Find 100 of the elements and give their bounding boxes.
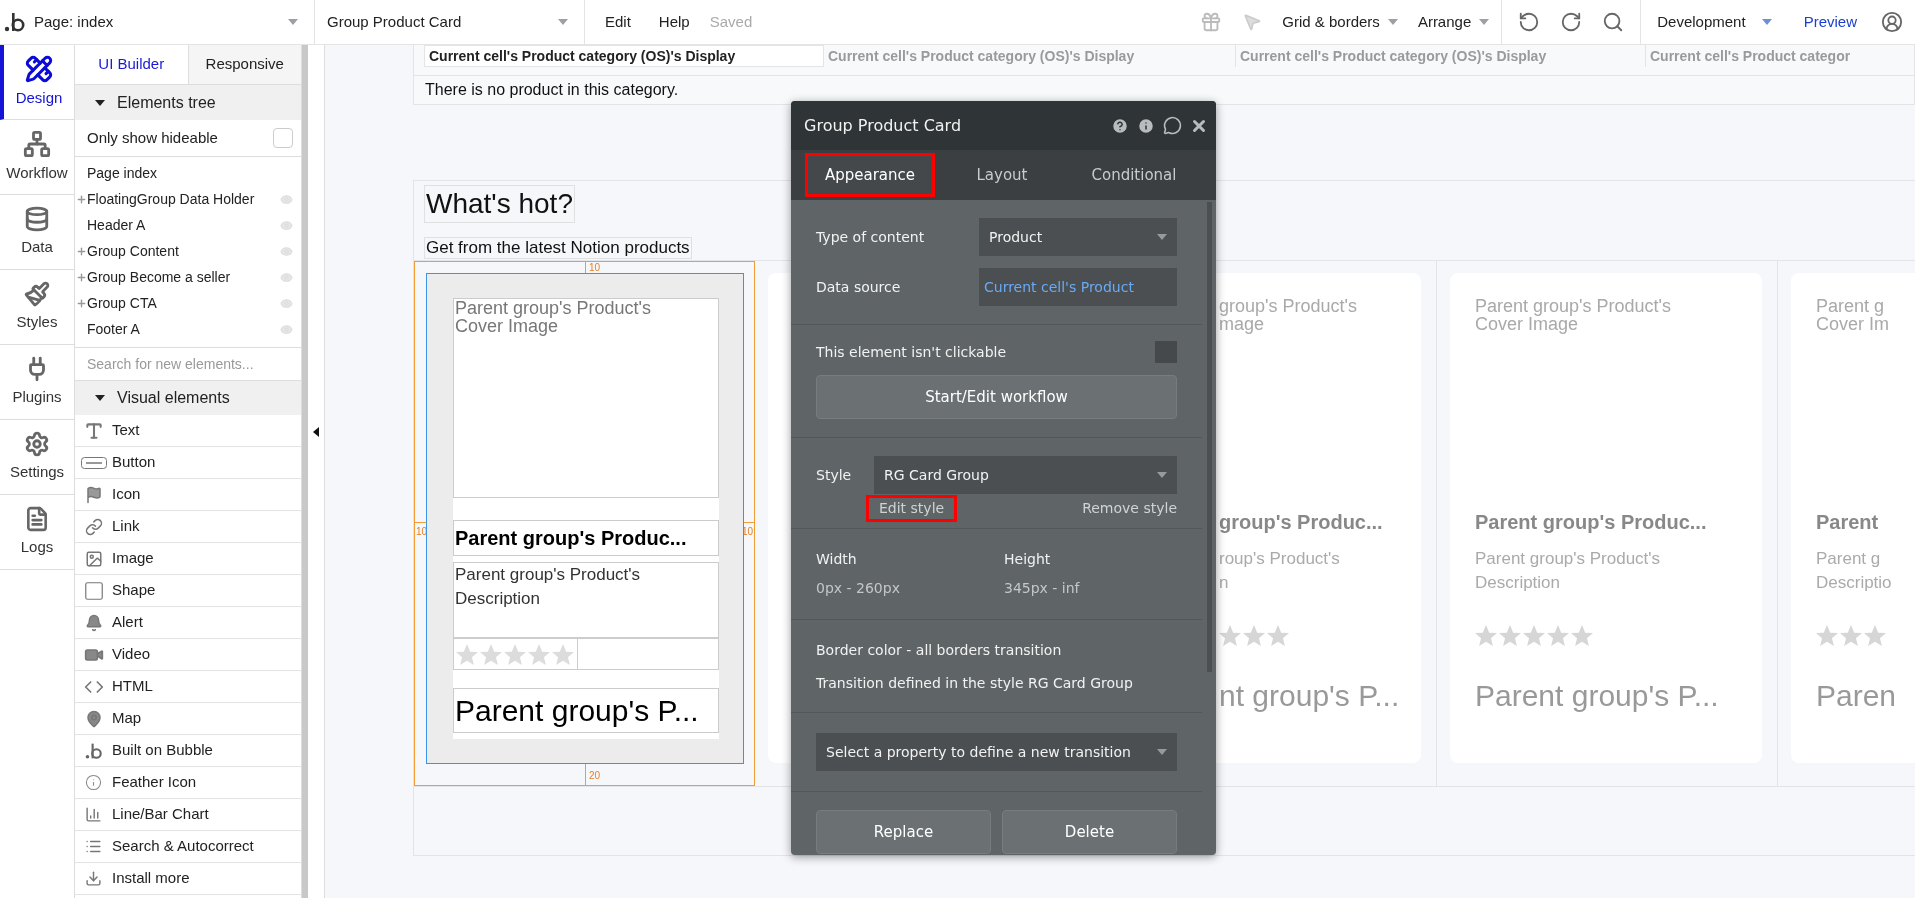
expand-icon[interactable] bbox=[75, 271, 87, 283]
element-item[interactable]: Icon bbox=[112, 483, 141, 506]
product-price: Paren bbox=[1816, 678, 1898, 714]
star-icon bbox=[1475, 625, 1497, 646]
element-dropdown[interactable]: Group Product Card bbox=[315, 0, 585, 45]
tree-item[interactable]: FloatingGroup Data Holder bbox=[87, 188, 280, 210]
save-status: Saved bbox=[709, 11, 753, 32]
star-icon bbox=[504, 643, 526, 665]
user-avatar-icon[interactable] bbox=[1881, 11, 1903, 33]
tree-item[interactable]: Group Content bbox=[87, 240, 280, 262]
link-icon bbox=[84, 517, 103, 536]
product-price: Parent group's P... bbox=[1475, 678, 1720, 714]
height-value: 345px - inf bbox=[1004, 579, 1080, 598]
nav-tab[interactable]: Plugins bbox=[0, 345, 74, 420]
content-type-dropdown[interactable]: Product bbox=[979, 218, 1177, 256]
star-icon bbox=[1864, 625, 1886, 646]
tree-item[interactable]: Group CTA bbox=[87, 292, 280, 314]
environment-dropdown[interactable]: Development bbox=[1640, 0, 1772, 45]
nav-tab[interactable]: Workflow bbox=[0, 120, 74, 195]
section-header[interactable]: Elements tree bbox=[75, 85, 301, 120]
element-item[interactable]: Video bbox=[112, 643, 151, 666]
sidebar-tab[interactable]: Responsive bbox=[187, 45, 301, 85]
product-card[interactable]: Parent group's Product's Cover Image Parent group's Produc... Parent group's Product's Description Parent group's P... bbox=[1450, 273, 1762, 763]
bubble-logo-icon bbox=[4, 11, 26, 33]
expand-icon[interactable] bbox=[75, 297, 87, 309]
tree-item[interactable]: Page index bbox=[87, 162, 293, 184]
product-description: Parent group's Product's Description bbox=[1475, 548, 1662, 594]
element-item[interactable]: Search & Autocorrect bbox=[112, 835, 254, 858]
tree-item[interactable]: Header A bbox=[87, 214, 280, 236]
category-cell: Current cell's Product categor bbox=[1646, 45, 1915, 67]
style-dropdown[interactable]: RG Card Group bbox=[874, 456, 1177, 494]
text-icon bbox=[83, 420, 104, 441]
spacing-label: 10 bbox=[589, 261, 601, 275]
section-header[interactable]: Visual elements bbox=[75, 381, 301, 415]
page-dropdown[interactable]: Page: index bbox=[30, 0, 315, 45]
element-item[interactable]: Map bbox=[112, 707, 142, 730]
bell-icon bbox=[84, 613, 103, 632]
element-item[interactable]: Line/Bar Chart bbox=[112, 803, 209, 826]
gift-icon[interactable] bbox=[1200, 11, 1223, 33]
search-icon[interactable] bbox=[1602, 11, 1625, 33]
panel-button[interactable]: Delete bbox=[1002, 810, 1177, 854]
tree-item[interactable]: Footer A bbox=[87, 318, 280, 340]
nav-tab[interactable]: Logs bbox=[0, 495, 74, 570]
menu-item[interactable]: Help bbox=[658, 10, 690, 34]
element-item[interactable]: HTML bbox=[112, 675, 153, 698]
info-icon bbox=[85, 774, 102, 791]
collapse-icon[interactable] bbox=[313, 426, 319, 437]
pointer-icon[interactable] bbox=[1242, 12, 1263, 32]
preview-link[interactable]: Preview bbox=[1803, 10, 1857, 34]
element-item[interactable]: Built on Bubble bbox=[112, 739, 213, 762]
element-item[interactable]: Image bbox=[112, 547, 154, 570]
list-icon bbox=[85, 838, 102, 855]
element-item[interactable]: Alert bbox=[112, 611, 143, 634]
undo-icon[interactable] bbox=[1518, 11, 1541, 33]
help-icon[interactable] bbox=[1111, 116, 1129, 135]
nav-tab[interactable]: Settings bbox=[0, 420, 74, 495]
checkbox[interactable] bbox=[1155, 341, 1177, 363]
product-card[interactable]: Parent group's Product's Cover Image Parent group's Produc... Parent group's Product's Description Parent group's P... bbox=[426, 273, 744, 764]
product-card[interactable]: Parent g Cover Im Parent Parent g Descriptio Paren bbox=[1791, 273, 1915, 763]
redo-icon[interactable] bbox=[1560, 11, 1583, 33]
edit-style-link[interactable]: Edit style bbox=[866, 495, 958, 522]
image-placeholder: Parent g Cover Im bbox=[1816, 297, 1890, 336]
panel-tab[interactable]: Conditional bbox=[1069, 153, 1199, 197]
element-item[interactable]: Shape bbox=[112, 579, 156, 602]
caret-icon bbox=[558, 19, 568, 25]
comment-icon[interactable] bbox=[1163, 116, 1182, 135]
grid-borders-menu[interactable]: Grid & borders bbox=[1282, 10, 1398, 34]
workflow-button[interactable]: Start/Edit workflow bbox=[816, 375, 1177, 419]
panel-button[interactable]: Replace bbox=[816, 810, 991, 854]
product-description: Parent g Descriptio bbox=[1816, 548, 1893, 594]
element-item[interactable]: Install more bbox=[112, 867, 190, 890]
element-item[interactable]: Feather Icon bbox=[112, 771, 197, 794]
element-item[interactable]: Text bbox=[112, 419, 140, 442]
arrange-menu[interactable]: Arrange bbox=[1417, 0, 1503, 45]
info-icon[interactable] bbox=[1137, 116, 1155, 135]
star-icon bbox=[552, 643, 574, 665]
field-label: Height bbox=[1004, 550, 1052, 569]
field-label: Width bbox=[816, 550, 858, 569]
caret-icon bbox=[95, 99, 105, 106]
expand-icon[interactable] bbox=[75, 193, 87, 205]
panel-tab[interactable]: Layout bbox=[937, 153, 1067, 197]
design-icon bbox=[25, 54, 53, 83]
expand-icon[interactable] bbox=[75, 245, 87, 257]
element-item[interactable]: Button bbox=[112, 451, 156, 474]
panel-tab[interactable]: Appearance bbox=[805, 153, 935, 197]
image-placeholder: group's Product's mage bbox=[1219, 297, 1358, 336]
image-icon bbox=[84, 549, 103, 568]
nav-tab[interactable]: Styles bbox=[0, 270, 74, 345]
star-icon bbox=[1816, 625, 1838, 646]
category-cell: Current cell's Product category (OS)'s Display bbox=[1236, 45, 1646, 67]
checkbox-label: Only show hideable bbox=[87, 127, 218, 148]
empty-message: There is no product in this category. bbox=[424, 80, 680, 100]
menu-item[interactable]: Edit bbox=[605, 10, 631, 34]
tree-item[interactable]: Group Become a seller bbox=[87, 266, 280, 288]
transition-dropdown[interactable]: Select a property to define a new transition bbox=[816, 733, 1177, 771]
element-item[interactable]: Link bbox=[112, 515, 140, 538]
nav-tab[interactable]: Data bbox=[0, 195, 74, 270]
product-description: Parent group's Product's Description bbox=[453, 562, 719, 638]
search-field[interactable]: Search for new elements... bbox=[75, 348, 301, 381]
checkbox[interactable] bbox=[273, 128, 293, 148]
